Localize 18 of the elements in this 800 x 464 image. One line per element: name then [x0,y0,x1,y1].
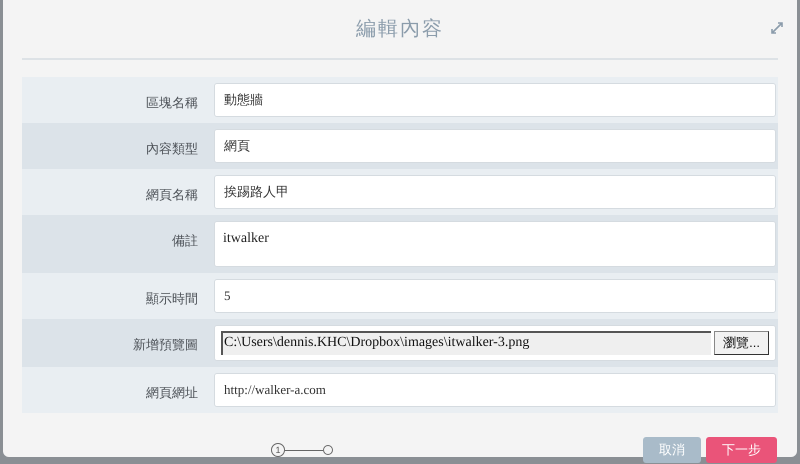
field-label: 區塊名稱 [146,95,198,110]
field-label: 內容類型 [146,141,198,156]
file-field[interactable]: C:\Users\dennis.KHC\Dropbox\images\itwalker-3.png 瀏覽... [214,325,776,361]
input-field[interactable]: http://walker-a.com [214,373,776,407]
file-path: C:\Users\dennis.KHC\Dropbox\images\itwalker-3.png [221,331,712,355]
notes-field[interactable]: itwalker [214,221,776,267]
input-field[interactable]: 網頁 [214,129,776,163]
field-label: 備註 [172,233,198,248]
field-label: 顯示時間 [146,291,198,306]
browse-button[interactable]: 瀏覽... [714,331,769,355]
expand-icon[interactable] [771,22,783,34]
input-field[interactable]: 挨踢路人甲 [214,175,776,209]
dialog-title: 編輯內容 [356,17,444,42]
field-label: 新增預覽圖 [133,337,198,352]
field-label: 網頁名稱 [146,187,198,202]
input-field[interactable]: 5 [214,279,776,313]
field-label: 網頁網址 [146,385,198,400]
input-field[interactable]: 動態牆 [214,83,776,117]
